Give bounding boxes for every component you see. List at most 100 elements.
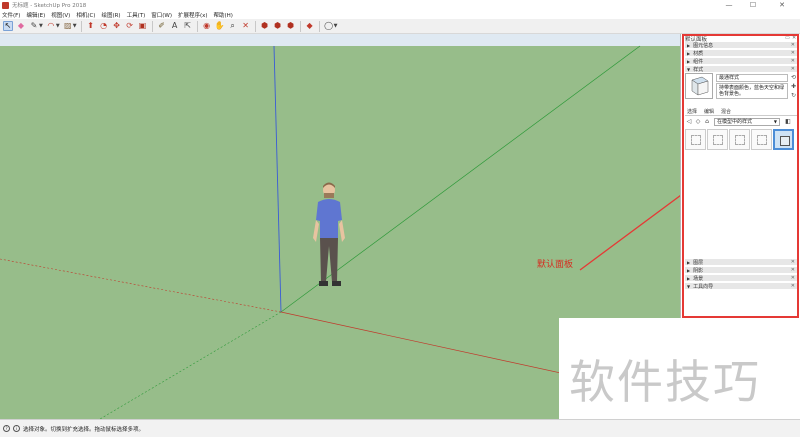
style-swatch-selected[interactable] — [773, 129, 794, 150]
section-entity-info[interactable]: ▶ 图元信息 ✕ — [685, 42, 797, 49]
rotate-tool-icon[interactable]: ⟳ — [125, 21, 135, 31]
style-swatch-list — [685, 129, 797, 151]
toolbar-separator — [318, 20, 320, 32]
menu-extensions[interactable]: 扩展程序(x) — [178, 11, 208, 19]
section-close-icon[interactable]: ✕ — [791, 259, 795, 265]
style-nav-row: ◁ ◇ ⌂ 在模型中的样式 ▼ ◧ — [685, 117, 797, 126]
watermark-text: 软件技巧 — [569, 355, 761, 409]
chevron-down-icon[interactable]: ▼ — [334, 23, 338, 29]
menu-draw[interactable]: 绘图(R) — [101, 11, 120, 19]
layout-icon[interactable]: ⬢ — [286, 21, 296, 31]
move-tool-icon[interactable]: ✥ — [112, 21, 122, 31]
scale-figure — [313, 182, 345, 286]
menu-file[interactable]: 文件(F) — [2, 11, 20, 19]
section-label: 组件 — [693, 58, 704, 65]
cube-icon — [780, 136, 790, 146]
rectangle-tool-icon[interactable]: ▨ — [63, 21, 73, 31]
menu-edit[interactable]: 编辑(E) — [26, 11, 45, 19]
style-description-field[interactable]: 持带表面颜色，蓝色天空和绿色背景色。 — [716, 83, 788, 99]
arc-tool-icon[interactable]: ◠ — [46, 21, 56, 31]
section-close-icon[interactable]: ✕ — [791, 267, 795, 273]
line-tool-icon[interactable]: ✎ — [29, 21, 39, 31]
text-tool-icon[interactable]: A — [170, 21, 180, 31]
info-icon[interactable]: i — [13, 425, 20, 432]
scale-tool-icon[interactable]: ▣ — [138, 21, 148, 31]
menu-help[interactable]: 帮助(H) — [214, 11, 233, 19]
tray-close-icon[interactable]: ✕ — [792, 35, 796, 41]
sketchup-app-icon — [2, 1, 9, 9]
ruby-console-icon[interactable]: ◆ — [305, 21, 315, 31]
chevron-down-icon[interactable]: ▼ — [73, 23, 77, 29]
3d-warehouse-icon[interactable]: ⬢ — [260, 21, 270, 31]
forward-icon[interactable]: ◇ — [694, 118, 702, 126]
zoom-tool-icon[interactable]: ⌕ — [228, 21, 238, 31]
annotation-arrow — [579, 194, 680, 271]
select-tool-icon[interactable]: ↖ — [3, 21, 13, 31]
section-label: 样式 — [693, 66, 704, 73]
toolbar-separator — [299, 20, 301, 32]
details-icon[interactable]: ◧ — [784, 118, 792, 126]
expanded-arrow-icon: ▼ — [687, 66, 691, 72]
section-label: 工具向导 — [693, 283, 714, 290]
chevron-down-icon: ▼ — [773, 118, 777, 124]
chevron-down-icon[interactable]: ▼ — [56, 23, 60, 29]
cube-icon — [757, 135, 767, 145]
section-shadows[interactable]: ▶ 阴影 ✕ — [685, 267, 797, 274]
style-cube-icon — [691, 76, 709, 96]
section-scenes[interactable]: ▶ 场景 ✕ — [685, 275, 797, 282]
section-close-icon[interactable]: ✕ — [791, 66, 795, 72]
status-bar: ? i 选择对象。切换到扩充选择。拖动鼠标选择多项。 — [0, 419, 800, 437]
pan-tool-icon[interactable]: ✋ — [215, 21, 225, 31]
tray-pin-icon[interactable]: ▭ — [785, 35, 790, 41]
create-style-icon[interactable]: ✚ — [790, 83, 797, 90]
minimize-button[interactable]: — — [717, 0, 741, 10]
style-swatch[interactable] — [729, 129, 750, 150]
menu-camera[interactable]: 相机(C) — [76, 11, 95, 19]
eraser-tool-icon[interactable]: ◆ — [16, 21, 26, 31]
orbit-tool-icon[interactable]: ◉ — [202, 21, 212, 31]
chevron-down-icon[interactable]: ▼ — [39, 23, 43, 29]
extension-warehouse-icon[interactable]: ⬢ — [273, 21, 283, 31]
style-thumbnail — [685, 73, 713, 99]
section-components[interactable]: ▶ 组件 ✕ — [685, 58, 797, 65]
push-pull-tool-icon[interactable]: ⬆ — [86, 21, 96, 31]
green-axis-dotted — [99, 311, 282, 419]
style-collection-select[interactable]: 在模型中的样式 ▼ — [714, 117, 780, 126]
menu-tools[interactable]: 工具(T) — [127, 11, 146, 19]
cube-icon — [713, 135, 723, 145]
toolbar-separator — [151, 20, 153, 32]
section-close-icon[interactable]: ✕ — [791, 50, 795, 56]
home-icon[interactable]: ⌂ — [703, 118, 711, 126]
menu-view[interactable]: 视图(V) — [51, 11, 70, 19]
help-icon[interactable]: ? — [3, 425, 10, 432]
section-close-icon[interactable]: ✕ — [791, 58, 795, 64]
section-materials[interactable]: ▶ 材质 ✕ — [685, 50, 797, 57]
update-style-icon[interactable]: ⟲ — [790, 74, 797, 81]
maximize-button[interactable]: ☐ — [741, 0, 765, 10]
refresh-style-icon[interactable]: ↻ — [790, 92, 797, 99]
close-button[interactable]: ✕ — [770, 0, 794, 10]
section-close-icon[interactable]: ✕ — [791, 283, 795, 289]
tab-edit[interactable]: 编辑 — [704, 108, 714, 115]
section-instructor[interactable]: ▼ 工具向导 ✕ — [685, 283, 797, 290]
account-icon[interactable]: ◯ — [324, 21, 334, 31]
section-close-icon[interactable]: ✕ — [791, 275, 795, 281]
collapsed-arrow-icon: ▶ — [687, 58, 691, 64]
section-layers[interactable]: ▶ 图层 ✕ — [685, 259, 797, 266]
tape-measure-tool-icon[interactable]: ✐ — [157, 21, 167, 31]
style-name-field[interactable]: 最通样式 — [716, 74, 788, 82]
section-styles[interactable]: ▼ 样式 ✕ — [685, 66, 797, 73]
style-swatch[interactable] — [707, 129, 728, 150]
toolbar-separator — [196, 20, 198, 32]
section-close-icon[interactable]: ✕ — [791, 42, 795, 48]
tab-select[interactable]: 选择 — [687, 108, 697, 115]
style-swatch[interactable] — [751, 129, 772, 150]
style-swatch[interactable] — [685, 129, 706, 150]
zoom-extents-tool-icon[interactable]: ✕ — [241, 21, 251, 31]
back-icon[interactable]: ◁ — [685, 118, 693, 126]
menu-bar: 文件(F) 编辑(E) 视图(V) 相机(C) 绘图(R) 工具(T) 窗口(W… — [0, 10, 800, 19]
dimension-tool-icon[interactable]: ⇱ — [183, 21, 193, 31]
offset-tool-icon[interactable]: ◔ — [99, 21, 109, 31]
menu-window[interactable]: 窗口(W) — [151, 11, 172, 19]
tab-mix[interactable]: 混合 — [721, 108, 731, 115]
